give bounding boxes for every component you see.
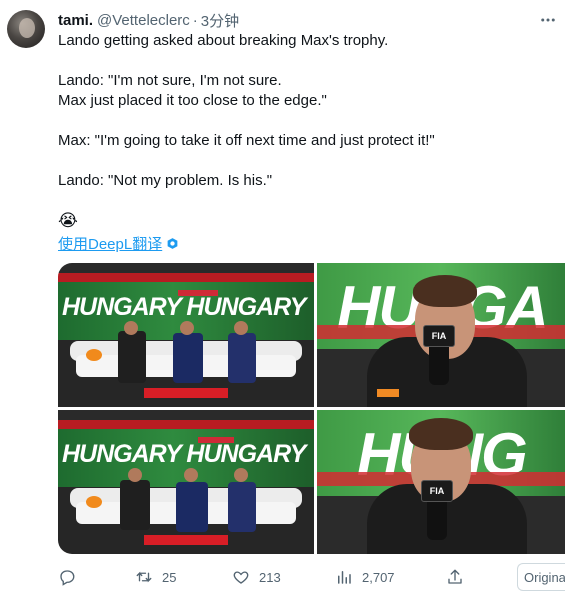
- more-icon[interactable]: [537, 10, 559, 30]
- driver-hair: [409, 418, 473, 450]
- deepl-icon: [166, 237, 179, 250]
- avatar[interactable]: [7, 10, 45, 48]
- red-bar: [58, 420, 314, 429]
- driver-center-head: [180, 321, 194, 335]
- photo-closeup-2[interactable]: HUNG FIA: [317, 410, 565, 554]
- retweet-count: 25: [162, 569, 177, 585]
- photo-press-conference-1[interactable]: HUNGARY HUNGARY: [58, 263, 314, 407]
- separator-dot: ·: [192, 11, 198, 29]
- f1-logo-floor: [144, 535, 228, 545]
- closeup-scene: HUNGA FIA: [317, 263, 565, 407]
- translate-label[interactable]: 使用DeepL翻译: [58, 233, 162, 254]
- translate-link[interactable]: 使用DeepL翻译: [58, 233, 179, 254]
- sponsor-bar: [58, 410, 314, 420]
- views-icon: [338, 571, 351, 584]
- closeup-scene: HUNG FIA: [317, 410, 565, 554]
- user-handle[interactable]: @Vetteleclerc: [97, 12, 190, 29]
- driver-right-head: [234, 321, 248, 335]
- tweet-header: tami. @Vetteleclerc · 3分钟: [58, 10, 239, 30]
- driver-right-head: [234, 468, 248, 482]
- hungary-banner: HUNGARY HUNGARY: [62, 293, 306, 321]
- driver-right: [228, 482, 256, 532]
- tweet-text: Lando getting asked about breaking Max's…: [58, 32, 435, 189]
- tweet-actions: 25 213 2,707: [0, 566, 565, 588]
- reply-button[interactable]: [58, 566, 85, 588]
- share-button[interactable]: [446, 566, 464, 588]
- crying-emoji: 😭: [58, 211, 78, 230]
- like-button[interactable]: 213: [232, 566, 281, 588]
- driver-center-head: [184, 468, 198, 482]
- red-bar: [58, 273, 314, 282]
- retweet-button[interactable]: 25: [135, 566, 176, 588]
- driver-left-head: [124, 321, 138, 335]
- orange-object: [86, 496, 102, 508]
- view-count: 2,707: [362, 569, 395, 585]
- mic-flag: FIA: [421, 480, 453, 502]
- press-scene: HUNGARY HUNGARY: [58, 263, 314, 407]
- display-name[interactable]: tami.: [58, 12, 93, 29]
- photo-press-conference-2[interactable]: HUNGARY HUNGARY: [58, 410, 314, 554]
- share-icon: [448, 569, 462, 584]
- hungary-banner: HUNGARY HUNGARY: [62, 440, 306, 468]
- driver-center: [176, 482, 208, 532]
- avatar-face: [19, 18, 35, 38]
- original-button[interactable]: Original: [517, 563, 565, 591]
- timestamp[interactable]: 3分钟: [201, 10, 239, 31]
- retweet-icon: [136, 571, 152, 583]
- driver-right: [228, 333, 256, 383]
- views-button[interactable]: 2,707: [335, 566, 395, 588]
- mic-flag: FIA: [423, 325, 455, 347]
- driver-center: [173, 333, 203, 383]
- orange-badge: [377, 389, 399, 397]
- orange-object: [86, 349, 102, 361]
- f1-logo-floor: [144, 388, 228, 398]
- heart-icon: [233, 571, 249, 584]
- press-scene: HUNGARY HUNGARY: [58, 410, 314, 554]
- photo-closeup-1[interactable]: HUNGA FIA: [317, 263, 565, 407]
- like-count: 213: [259, 569, 281, 585]
- driver-left: [120, 480, 150, 530]
- driver-left-head: [128, 468, 142, 482]
- sponsor-bar: [58, 263, 314, 273]
- reply-icon: [60, 570, 75, 586]
- driver-hair: [413, 275, 477, 307]
- driver-left: [118, 331, 146, 383]
- media-grid[interactable]: HUNGARY HUNGARY HUNGA FIA: [58, 263, 565, 554]
